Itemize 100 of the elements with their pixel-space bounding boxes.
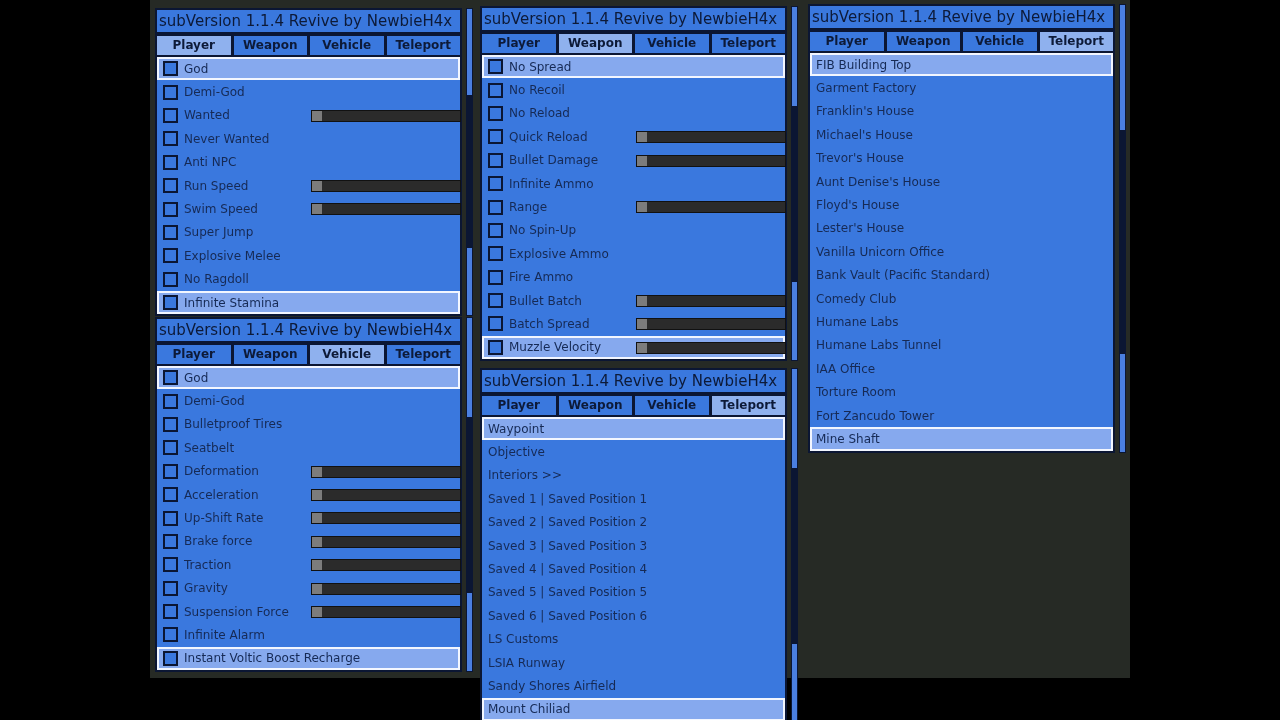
checkbox[interactable]	[163, 84, 178, 100]
menu-item[interactable]: No Spread	[482, 55, 785, 79]
checkbox[interactable]	[488, 105, 503, 121]
slider-thumb[interactable]	[312, 513, 322, 524]
menu-item[interactable]: Aunt Denise's House	[810, 169, 1113, 194]
menu-tab[interactable]: Weapon	[558, 34, 632, 53]
slider-track[interactable]	[311, 488, 461, 501]
slider-track[interactable]	[311, 605, 461, 618]
menu-item[interactable]: Instant Voltic Boost Recharge	[157, 646, 460, 671]
menu-tab[interactable]: Player	[482, 396, 556, 415]
menu-item[interactable]: Saved 2 | Saved Position 2	[482, 510, 785, 534]
menu-item[interactable]: Saved 3 | Saved Position 3	[482, 533, 785, 558]
checkbox[interactable]	[163, 510, 178, 526]
menu-item[interactable]: Range	[482, 195, 785, 219]
checkbox[interactable]	[488, 59, 503, 75]
menu-item[interactable]: Humane Labs Tunnel	[810, 333, 1113, 358]
slider-thumb[interactable]	[312, 204, 322, 215]
checkbox[interactable]	[163, 224, 178, 240]
menu-tab[interactable]: Player	[157, 345, 231, 364]
checkbox[interactable]	[488, 316, 503, 332]
menu-item[interactable]: Swim Speed	[157, 197, 460, 221]
menu-item[interactable]: Infinite Alarm	[157, 623, 460, 647]
menu-item[interactable]: Infinite Stamina	[157, 290, 460, 315]
checkbox[interactable]	[163, 271, 178, 287]
menu-item[interactable]: Explosive Melee	[157, 244, 460, 268]
menu-item[interactable]: Bulletproof Tires	[157, 412, 460, 437]
scrollbar[interactable]	[466, 317, 473, 673]
slider-thumb[interactable]	[312, 180, 322, 191]
checkbox[interactable]	[488, 176, 503, 192]
menu-item[interactable]: FIB Building Top	[810, 53, 1113, 77]
menu-tab[interactable]: Player	[482, 34, 556, 53]
menu-item[interactable]: Bullet Damage	[482, 148, 785, 172]
slider-thumb[interactable]	[312, 489, 322, 500]
menu-item[interactable]: Anti NPC	[157, 150, 460, 174]
menu-tab[interactable]: Vehicle	[635, 396, 709, 415]
slider-thumb[interactable]	[312, 606, 322, 617]
menu-item[interactable]: Run Speed	[157, 173, 460, 198]
menu-item[interactable]: Fire Ammo	[482, 265, 785, 289]
checkbox[interactable]	[163, 604, 178, 620]
menu-tab[interactable]: Weapon	[886, 32, 960, 51]
slider-thumb[interactable]	[637, 342, 647, 353]
checkbox[interactable]	[163, 131, 178, 147]
slider-thumb[interactable]	[312, 466, 322, 477]
menu-item[interactable]: Deformation	[157, 459, 460, 483]
menu-item[interactable]: God	[157, 57, 460, 81]
menu-item[interactable]: Wanted	[157, 103, 460, 128]
menu-item[interactable]: Sandy Shores Airfield	[482, 674, 785, 698]
slider-track[interactable]	[311, 512, 461, 525]
menu-item[interactable]: LS Customs	[482, 627, 785, 651]
slider-thumb[interactable]	[312, 536, 322, 547]
menu-item[interactable]: Mount Chiliad	[482, 697, 785, 720]
menu-item[interactable]: Brake force	[157, 529, 460, 554]
slider-thumb[interactable]	[637, 295, 647, 306]
checkbox[interactable]	[488, 246, 503, 262]
menu-tab[interactable]: Vehicle	[310, 345, 384, 364]
menu-item[interactable]: Never Wanted	[157, 127, 460, 151]
menu-tab[interactable]: Teleport	[711, 34, 785, 53]
menu-item[interactable]: Waypoint	[482, 417, 785, 441]
slider-track[interactable]	[636, 341, 786, 354]
slider-track[interactable]	[636, 131, 786, 144]
menu-item[interactable]: Vanilla Unicorn Office	[810, 240, 1113, 264]
checkbox[interactable]	[488, 269, 503, 285]
menu-item[interactable]: Michael's House	[810, 123, 1113, 147]
menu-item[interactable]: God	[157, 366, 460, 390]
menu-item[interactable]: Lester's House	[810, 216, 1113, 241]
menu-item[interactable]: No Reload	[482, 101, 785, 126]
menu-item[interactable]: Bullet Batch	[482, 288, 785, 313]
menu-tab[interactable]: Player	[157, 36, 231, 55]
slider-thumb[interactable]	[312, 560, 322, 571]
menu-item[interactable]: Infinite Ammo	[482, 171, 785, 196]
menu-tab[interactable]: Teleport	[386, 345, 460, 364]
menu-tab[interactable]: Player	[810, 32, 884, 51]
menu-tab[interactable]: Vehicle	[963, 32, 1037, 51]
menu-item[interactable]: Mine Shaft	[810, 427, 1113, 451]
menu-item[interactable]: Saved 4 | Saved Position 4	[482, 557, 785, 581]
menu-item[interactable]: Objective	[482, 440, 785, 464]
checkbox[interactable]	[163, 650, 178, 666]
checkbox[interactable]	[163, 393, 178, 409]
slider-track[interactable]	[311, 465, 461, 478]
checkbox[interactable]	[488, 82, 503, 98]
slider-thumb[interactable]	[637, 202, 647, 213]
slider-track[interactable]	[311, 179, 461, 192]
slider-thumb[interactable]	[312, 583, 322, 594]
menu-item[interactable]: Traction	[157, 553, 460, 577]
slider-thumb[interactable]	[312, 110, 322, 121]
checkbox[interactable]	[488, 222, 503, 238]
checkbox[interactable]	[488, 199, 503, 215]
menu-item[interactable]: Up-Shift Rate	[157, 506, 460, 530]
slider-thumb[interactable]	[637, 132, 647, 143]
menu-item[interactable]: Acceleration	[157, 482, 460, 507]
checkbox[interactable]	[163, 295, 178, 311]
menu-item[interactable]: Saved 5 | Saved Position 5	[482, 580, 785, 605]
menu-item[interactable]: Gravity	[157, 576, 460, 600]
checkbox[interactable]	[488, 129, 503, 145]
menu-item[interactable]: Demi-God	[157, 80, 460, 104]
menu-item[interactable]: Bank Vault (Pacific Standard)	[810, 263, 1113, 287]
checkbox[interactable]	[163, 557, 178, 573]
menu-item[interactable]: IAA Office	[810, 357, 1113, 381]
menu-tab[interactable]: Vehicle	[635, 34, 709, 53]
menu-item[interactable]: Quick Reload	[482, 125, 785, 149]
